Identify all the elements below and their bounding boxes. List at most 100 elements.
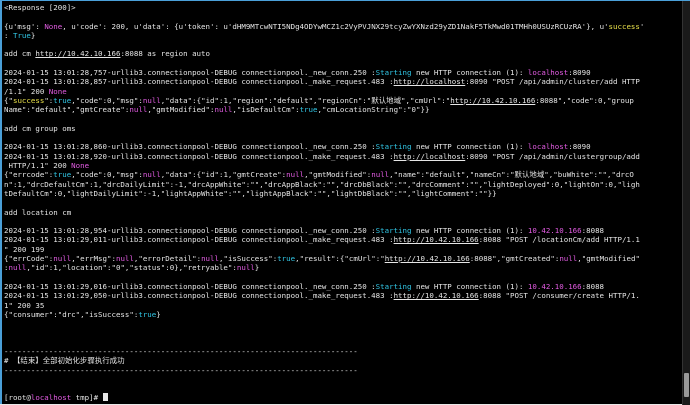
terminal-text: [root@ [4, 393, 31, 402]
terminal-text: add location cm [4, 207, 72, 217]
terminal-text: None [71, 161, 90, 171]
terminal-line: 2024-01-15 13:01:28,857-urllib3.connecti… [4, 77, 682, 86]
terminal-text: 2024-01-15 13:01:28,920-urllib3.connecti… [4, 151, 394, 161]
terminal-link[interactable]: http://10.42.10.166 [394, 291, 479, 300]
terminal-text: :8088 [581, 281, 605, 291]
terminal-text: ----------------------------------------… [4, 365, 358, 375]
terminal-text: /1.1" 200 [4, 86, 49, 96]
terminal-text: 2024-01-15 13:01:28,954-urllib3.connecti… [4, 226, 376, 236]
terminal-text: ,"data":{"id":1,"region":"default","regi… [160, 95, 451, 105]
terminal-text: ,"data":{"id":1,"gmtCreate": [160, 170, 287, 180]
terminal-text: null [115, 254, 134, 264]
terminal-line: 1" 200 35 [4, 301, 682, 310]
terminal-text: Starting [375, 281, 412, 291]
terminal-text: 2024-01-15 13:01:29,011-urllib3.connecti… [4, 235, 394, 245]
terminal-text: Name":"default","gmtCreate": [4, 105, 130, 115]
terminal-text: 2024-01-15 13:01:29,050-urllib3.connecti… [4, 291, 394, 301]
terminal-line: 2024-01-15 13:01:28,954-urllib3.connecti… [4, 226, 682, 235]
terminal-text: null [559, 254, 578, 264]
terminal-text: ,"result":{"cmUrl":" [295, 254, 385, 264]
terminal-line: Name":"default","gmtCreate": null,"gmtMod… [4, 105, 682, 114]
terminal-line: :null,"id":1,"location":"0","status":0},… [4, 263, 682, 272]
terminal-text: Starting [375, 68, 412, 78]
terminal-text: tDefaultCm":0,"lightDailyLimit":-1,"ligh… [4, 188, 497, 198]
terminal-text: success [608, 21, 640, 31]
terminal-text: ,"gmtModified" [577, 254, 640, 264]
terminal-text: } [156, 309, 161, 319]
terminal-text: null [142, 170, 161, 180]
terminal-text: 2024-01-15 13:01:29,016-urllib3.connecti… [4, 281, 376, 291]
terminal-link[interactable]: http://10.42.10.166 [385, 254, 470, 263]
terminal-text: :8090 "POST /api/admin/cluster/add HTTP [465, 77, 640, 87]
terminal-text: } [30, 30, 36, 40]
terminal-text: null [236, 263, 255, 273]
terminal-line: tDefaultCm":0,"lightDailyLimit":-1,"ligh… [4, 189, 682, 198]
terminal-text: :8090 [568, 142, 591, 152]
terminal-line: add cm http://10.42.10.166:8088 as regio… [4, 49, 682, 58]
terminal-text: : [4, 30, 13, 40]
terminal-line: # 【结束】全部初始化步骤执行成功 [4, 356, 682, 365]
terminal-line: {"errcode":true,"code":0,"msg":null,"dat… [4, 170, 682, 179]
terminal-text: HTTP/1.1" 200 [4, 161, 72, 171]
terminal-text: null [201, 254, 219, 264]
terminal-link[interactable]: http://localhost [394, 152, 466, 161]
terminal-line: 2024-01-15 13:01:29,011-urllib3.connecti… [4, 235, 682, 244]
terminal-text: 1" 200 35 [4, 300, 45, 310]
terminal-text: # 【结束】全部初始化步骤执行成功 [4, 356, 125, 366]
terminal-text: " 200 199 [4, 244, 45, 254]
terminal-cursor [102, 393, 108, 402]
terminal-text: true [299, 105, 318, 115]
terminal-text: ,"gmtModified": [147, 105, 215, 115]
terminal-line: 2024-01-15 13:01:28,920-urllib3.connecti… [4, 152, 682, 161]
terminal-text: ,"isSuccess": [218, 254, 278, 264]
terminal-line: add location cm [4, 208, 682, 217]
terminal-text: ,"errMsg": [71, 254, 116, 264]
terminal-text: true [277, 254, 296, 264]
terminal-text: 2024-01-15 13:01:28,757-urllib3.connecti… [4, 68, 376, 78]
terminal-text: ": [44, 95, 54, 105]
terminal-line: 2024-01-15 13:01:28,757-urllib3.connecti… [4, 68, 682, 77]
terminal-text: null [214, 105, 233, 115]
terminal-text: new HTTP connection (1): [411, 281, 528, 291]
terminal-text: true [53, 170, 72, 180]
terminal-text: new HTTP connection (1): [411, 142, 528, 152]
terminal-text: new HTTP connection (1): [411, 68, 528, 78]
terminal-text: 10.42.10.166 [527, 281, 582, 291]
terminal-link[interactable]: http://10.42.10.166 [35, 49, 120, 58]
terminal-text: :8088 [581, 226, 605, 236]
terminal-text: :8090 [568, 68, 591, 78]
terminal-line: {"consumer":"drc","isSuccess":true} [4, 310, 682, 319]
terminal-text: :8088 "POST /locationCm/add HTTP/1.1 [478, 235, 640, 245]
terminal-line: add cm group oms [4, 124, 682, 133]
vertical-scrollbar[interactable] [682, 1, 690, 405]
terminal-text: add cm group oms [4, 123, 76, 133]
terminal-link[interactable]: http://10.42.10.166 [394, 235, 479, 244]
terminal-line: 2024-01-15 13:01:28,860-urllib3.connecti… [4, 142, 682, 151]
terminal-link[interactable]: http://localhost [394, 77, 466, 86]
terminal-output[interactable]: <Response [200]> {u'msg': None, u'code': … [4, 3, 682, 402]
terminal-text: {"errCode": [4, 254, 54, 264]
terminal-text: :8088 "POST /consumer/create HTTP/1. [478, 291, 640, 301]
terminal-text: ,"errorDetail": [133, 254, 202, 264]
terminal-text: localhost [527, 68, 569, 78]
terminal-text: ,"id":1,"location":"0","status":0},"retr… [26, 263, 237, 273]
terminal-window[interactable]: <Response [200]> {u'msg': None, u'code': … [0, 0, 690, 405]
scrollbar-thumb[interactable] [684, 373, 689, 397]
terminal-text: null [53, 254, 72, 264]
terminal-text: null [142, 95, 161, 105]
terminal-text: ' [639, 21, 645, 31]
terminal-text: ,"gmtModified": [304, 170, 372, 180]
terminal-text: <Response [200]> [4, 3, 76, 12]
terminal-text: success [12, 95, 45, 105]
terminal-link[interactable]: http://10.42.10.166 [450, 96, 535, 105]
